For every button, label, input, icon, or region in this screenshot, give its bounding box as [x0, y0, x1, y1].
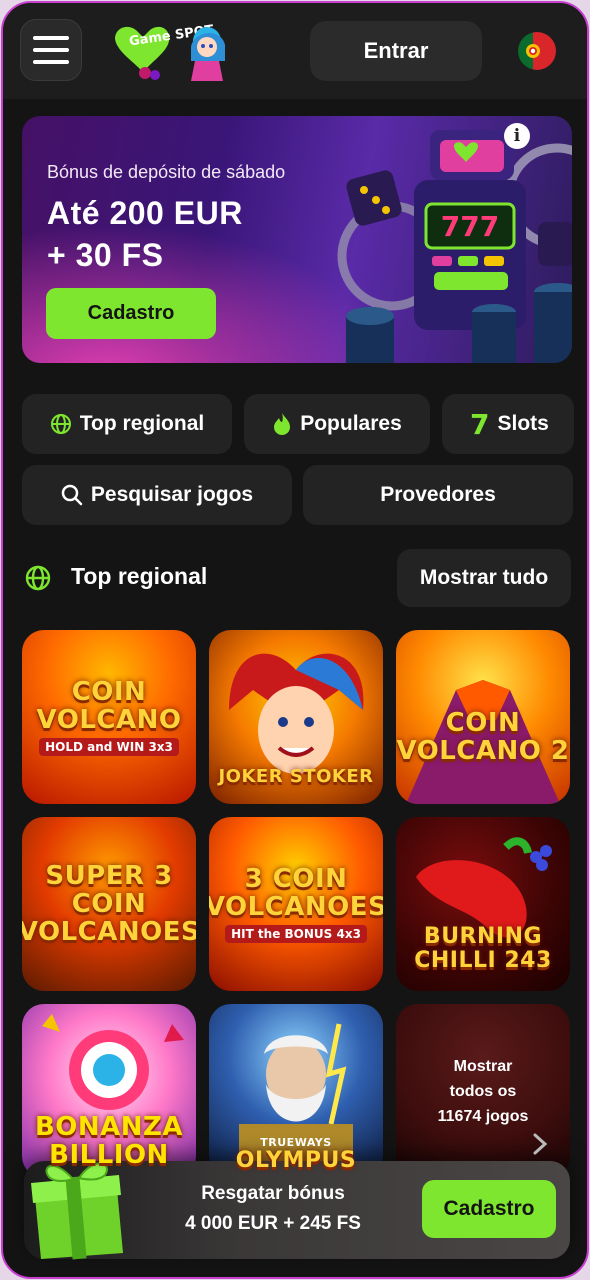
game-tile[interactable]: BURNING CHILLI 243: [396, 817, 570, 991]
game-title-line1: BURNING: [423, 924, 543, 949]
bonus-register-button[interactable]: Cadastro: [422, 1180, 556, 1238]
banner-title-line1: Até 200 EUR: [47, 195, 243, 231]
banner-subtitle: Bónus de depósito de sábado: [47, 162, 286, 182]
game-tag: HOLD and WIN 3x3: [39, 738, 179, 756]
portugal-flag-icon[interactable]: [518, 32, 556, 70]
show-all-button[interactable]: Mostrar tudo: [397, 549, 571, 607]
banner-register-button[interactable]: Cadastro: [46, 288, 216, 339]
game-title-line2: VOLCANO 2: [396, 736, 570, 766]
search-label: Pesquisar jogos: [90, 483, 254, 506]
show-all-games-text: Mostrar todos os 11674 jogos: [438, 1054, 529, 1129]
section-title: Top regional: [71, 563, 208, 589]
category-label: Populares: [300, 412, 402, 435]
game-tile[interactable]: 3 COIN VOLCANOES HIT the BONUS 4x3: [209, 817, 383, 991]
game-tile[interactable]: COIN VOLCANO HOLD and WIN 3x3: [22, 630, 196, 804]
game-tile[interactable]: COIN VOLCANO 2: [396, 630, 570, 804]
show-more-line1: Mostrar: [453, 1057, 513, 1075]
hamburger-icon-bar: [33, 60, 69, 64]
game-tag: HIT the BONUS 4x3: [225, 925, 367, 943]
game-title-line2: BILLION: [49, 1140, 169, 1170]
game-title-line2: VOLCANOES: [22, 917, 196, 947]
game-title-line1: COIN: [445, 708, 521, 738]
app-frame: Game SPOT Entrar Bónus de depósito de sá…: [1, 1, 589, 1279]
game-title-line2: VOLCANOES: [209, 892, 383, 922]
search-games-button[interactable]: Pesquisar jogos: [22, 465, 292, 525]
banner-title-line2: + 30 FS: [47, 237, 164, 273]
providers-label: Provedores: [380, 483, 496, 506]
globe-icon: [25, 565, 51, 591]
game-tile[interactable]: JOKER STOKER: [209, 630, 383, 804]
hamburger-icon-bar: [33, 48, 69, 52]
game-title-line2: OLYMPUS: [235, 1148, 357, 1173]
category-popular[interactable]: Populares: [244, 394, 430, 454]
game-title-line2: STOKER: [289, 766, 374, 787]
svg-text:777: 777: [441, 210, 499, 243]
category-top-regional[interactable]: Top regional: [22, 394, 232, 454]
category-slots[interactable]: 7 Slots: [442, 394, 574, 454]
globe-icon: [50, 414, 71, 434]
menu-button[interactable]: [20, 19, 82, 81]
login-button[interactable]: Entrar: [310, 21, 482, 81]
gamespot-logo[interactable]: Game SPOT: [107, 17, 235, 83]
game-title-line1: COIN: [71, 677, 147, 707]
show-more-line2: todos os: [449, 1082, 517, 1100]
search-icon: [61, 484, 83, 506]
providers-button[interactable]: Provedores: [303, 465, 573, 525]
bonus-amount: 4 000 EUR + 245 FS: [185, 1213, 361, 1234]
slot-machine-illustration: 777: [337, 130, 572, 363]
category-label: Top regional: [79, 412, 205, 435]
bonus-title: Resgatar bónus: [201, 1183, 345, 1204]
info-icon[interactable]: i: [504, 123, 530, 149]
seven-icon: 7: [470, 407, 490, 441]
top-header: Game SPOT Entrar: [3, 3, 587, 99]
promo-banner[interactable]: Bónus de depósito de sábado Até 200 EUR …: [22, 116, 572, 363]
flame-icon: [274, 413, 291, 435]
show-all-games-tile[interactable]: Mostrar todos os 11674 jogos: [396, 1004, 570, 1178]
chevron-right-icon: [533, 1133, 548, 1155]
game-title-line1: JOKER: [218, 766, 284, 787]
game-title-line2: VOLCANO: [36, 705, 182, 735]
game-title-line1: SUPER 3 COIN: [45, 861, 173, 919]
game-tile[interactable]: TRUEWAYS OLYMPUS: [209, 1004, 383, 1178]
game-title-line2: CHILLI 243: [414, 948, 552, 973]
game-tile[interactable]: BONANZA BILLION: [22, 1004, 196, 1178]
show-more-line3: 11674 jogos: [437, 1107, 529, 1125]
banner-title: Até 200 EUR + 30 FS: [47, 192, 243, 276]
category-label: Slots: [497, 412, 549, 435]
game-tile[interactable]: SUPER 3 COIN VOLCANOES: [22, 817, 196, 991]
game-title-line1: 3 COIN: [244, 864, 348, 894]
game-title-line1: BONANZA: [34, 1112, 184, 1142]
hamburger-icon-bar: [33, 36, 69, 40]
